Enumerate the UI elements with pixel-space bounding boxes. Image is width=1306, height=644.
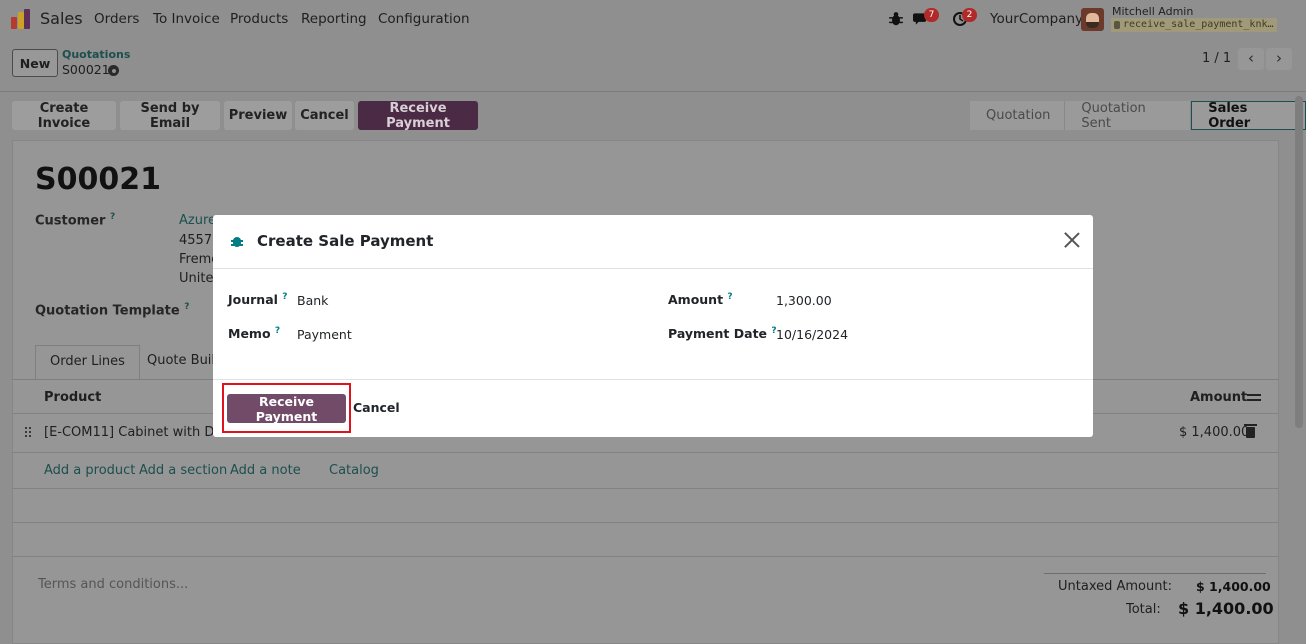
payment-date-label: Payment Date ? [668, 326, 777, 342]
total-value: $ 1,400.00 [1178, 599, 1274, 618]
row-divider [12, 452, 1279, 453]
debug-bug-icon [231, 235, 243, 248]
dialog-header: Create Sale Payment [213, 215, 1093, 269]
action-bar: Create Invoice Send by Email Preview Can… [0, 92, 1306, 138]
row-divider [12, 556, 1279, 557]
customer-link[interactable]: Azure [179, 213, 216, 228]
menu-orders[interactable]: Orders [94, 11, 139, 27]
debug-bug-icon[interactable] [888, 11, 904, 27]
untaxed-amount-value: $ 1,400.00 [1196, 579, 1271, 594]
journal-field[interactable]: Bank [297, 293, 328, 308]
menu-reporting[interactable]: Reporting [301, 11, 367, 27]
messages-badge: 7 [924, 8, 939, 22]
cancel-button[interactable]: Cancel [353, 400, 400, 415]
dialog-title: Create Sale Payment [257, 232, 434, 250]
col-product-header[interactable]: Product [44, 390, 101, 405]
user-name[interactable]: Mitchell Admin [1112, 5, 1193, 18]
add-section-link[interactable]: Add a section [139, 463, 227, 478]
terms-field[interactable]: Terms and conditions... [38, 577, 188, 592]
database-name: receive_sale_payment_knk… [1111, 18, 1277, 32]
new-button[interactable]: New [12, 49, 58, 77]
line-product[interactable]: [E-COM11] Cabinet with Door [44, 425, 236, 440]
tab-order-lines[interactable]: Order Lines [35, 345, 140, 379]
journal-label: Journal ? [228, 292, 288, 308]
line-amount: $ 1,400.00 [1179, 425, 1250, 440]
add-product-link[interactable]: Add a product [44, 463, 135, 478]
optional-columns-icon[interactable] [1247, 391, 1261, 403]
create-invoice-button[interactable]: Create Invoice [12, 101, 116, 131]
row-divider [12, 488, 1279, 489]
amount-field[interactable]: 1,300.00 [776, 293, 832, 308]
row-divider [12, 522, 1279, 523]
receive-payment-header-button[interactable]: Receive Payment [358, 101, 478, 131]
pager-value[interactable]: 1 / 1 [1202, 51, 1231, 66]
pager-previous-button[interactable]: ‹ [1238, 48, 1264, 70]
customer-label: Customer ? [35, 212, 116, 229]
control-panel: New Quotations S00021 1 / 1 ‹ › [0, 38, 1306, 92]
receive-payment-button[interactable]: Receive Payment [227, 394, 346, 424]
amount-label: Amount ? [668, 292, 733, 308]
stage-sales-order[interactable]: Sales Order [1191, 101, 1306, 131]
cancel-order-button[interactable]: Cancel [295, 101, 354, 130]
menu-products[interactable]: Products [230, 11, 288, 27]
activities-badge: 2 [962, 8, 977, 22]
app-name[interactable]: Sales [40, 9, 83, 28]
memo-field[interactable]: Payment [297, 327, 352, 342]
dialog-footer-divider [213, 379, 1093, 380]
gear-icon[interactable] [108, 65, 119, 76]
totals-divider [1044, 573, 1266, 574]
drag-handle-icon[interactable] [24, 426, 32, 438]
top-navbar: Sales Orders To Invoice Products Reporti… [0, 0, 1306, 38]
col-amount-header[interactable]: Amount [1190, 390, 1247, 405]
user-avatar[interactable] [1081, 8, 1104, 31]
stage-quotation-sent[interactable]: Quotation Sent [1065, 101, 1192, 131]
create-sale-payment-dialog: Create Sale Payment Journal ? Bank Memo … [213, 215, 1093, 437]
payment-date-field[interactable]: 10/16/2024 [776, 327, 848, 342]
company-switcher[interactable]: YourCompany [990, 11, 1083, 27]
add-note-link[interactable]: Add a note [230, 463, 301, 478]
menu-to-invoice[interactable]: To Invoice [153, 11, 220, 27]
menu-configuration[interactable]: Configuration [378, 11, 470, 27]
pager-next-button[interactable]: › [1266, 48, 1292, 70]
breadcrumb-quotations[interactable]: Quotations [62, 48, 130, 61]
untaxed-amount-label: Untaxed Amount: [1058, 579, 1172, 594]
preview-button[interactable]: Preview [224, 101, 292, 130]
quotation-template-label: Quotation Template ? [35, 302, 190, 319]
order-name: S00021 [35, 162, 161, 197]
status-bar: Quotation Quotation Sent Sales Order [970, 101, 1306, 131]
close-icon[interactable] [1064, 232, 1080, 248]
catalog-link[interactable]: Catalog [329, 463, 379, 478]
total-label: Total: [1126, 602, 1161, 617]
memo-label: Memo ? [228, 326, 281, 342]
breadcrumb-current: S00021 [62, 62, 110, 77]
sales-app-icon[interactable] [11, 9, 31, 29]
send-by-email-button[interactable]: Send by Email [120, 101, 220, 131]
scrollbar[interactable] [1295, 96, 1303, 428]
stage-quotation[interactable]: Quotation [970, 101, 1066, 130]
delete-line-trash-icon[interactable] [1244, 424, 1257, 438]
